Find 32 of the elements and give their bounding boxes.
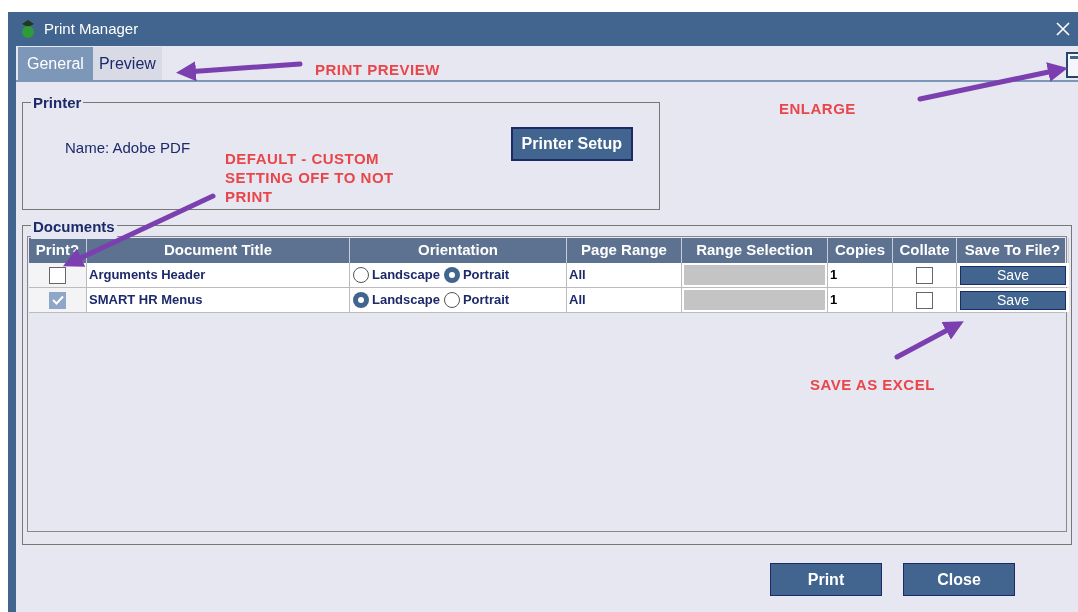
table-cell-text: All — [569, 291, 586, 310]
annotation-text: DEFAULT - CUSTOM SETTING OFF TO NOT PRINT — [225, 149, 395, 206]
annotation-text: SAVE AS EXCEL — [810, 375, 935, 395]
checkbox[interactable] — [49, 266, 66, 284]
dialog-button[interactable]: Print — [770, 563, 882, 596]
checkbox[interactable] — [916, 266, 933, 284]
table-cell-text: All — [569, 266, 586, 285]
checkbox[interactable] — [49, 291, 66, 309]
save-button[interactable]: Save — [960, 265, 1066, 285]
annotation-text: PRINT PREVIEW — [315, 60, 440, 80]
radio-option[interactable]: Landscape — [353, 290, 440, 310]
checkbox[interactable] — [916, 291, 933, 309]
tab[interactable]: Preview — [92, 47, 162, 80]
table-cell-text: 1 — [830, 291, 838, 310]
close-icon[interactable] — [1056, 22, 1070, 36]
table-cell-text: 1 — [830, 266, 838, 285]
range-selection-field[interactable] — [684, 265, 825, 285]
annotation-arrow — [894, 321, 964, 360]
dialog-button[interactable]: Close — [903, 563, 1015, 596]
table-cell-text: Arguments Header — [89, 266, 206, 285]
annotation-text: ENLARGE — [779, 99, 856, 119]
radio-option[interactable]: Landscape — [353, 265, 440, 285]
radio-option[interactable]: Portrait — [443, 265, 510, 285]
range-selection-field[interactable] — [684, 290, 825, 310]
printer-name: Name: Adobe PDF — [65, 138, 191, 158]
window-title: Print Manager — [44, 18, 139, 39]
radio-option[interactable]: Portrait — [443, 290, 510, 310]
table-cell-text: SMART HR Menus — [89, 291, 203, 310]
printer-setup-button[interactable]: Printer Setup — [510, 127, 633, 161]
enlarge-icon[interactable] — [1066, 52, 1078, 78]
save-button[interactable]: Save — [960, 290, 1066, 310]
app-icon — [20, 19, 36, 39]
